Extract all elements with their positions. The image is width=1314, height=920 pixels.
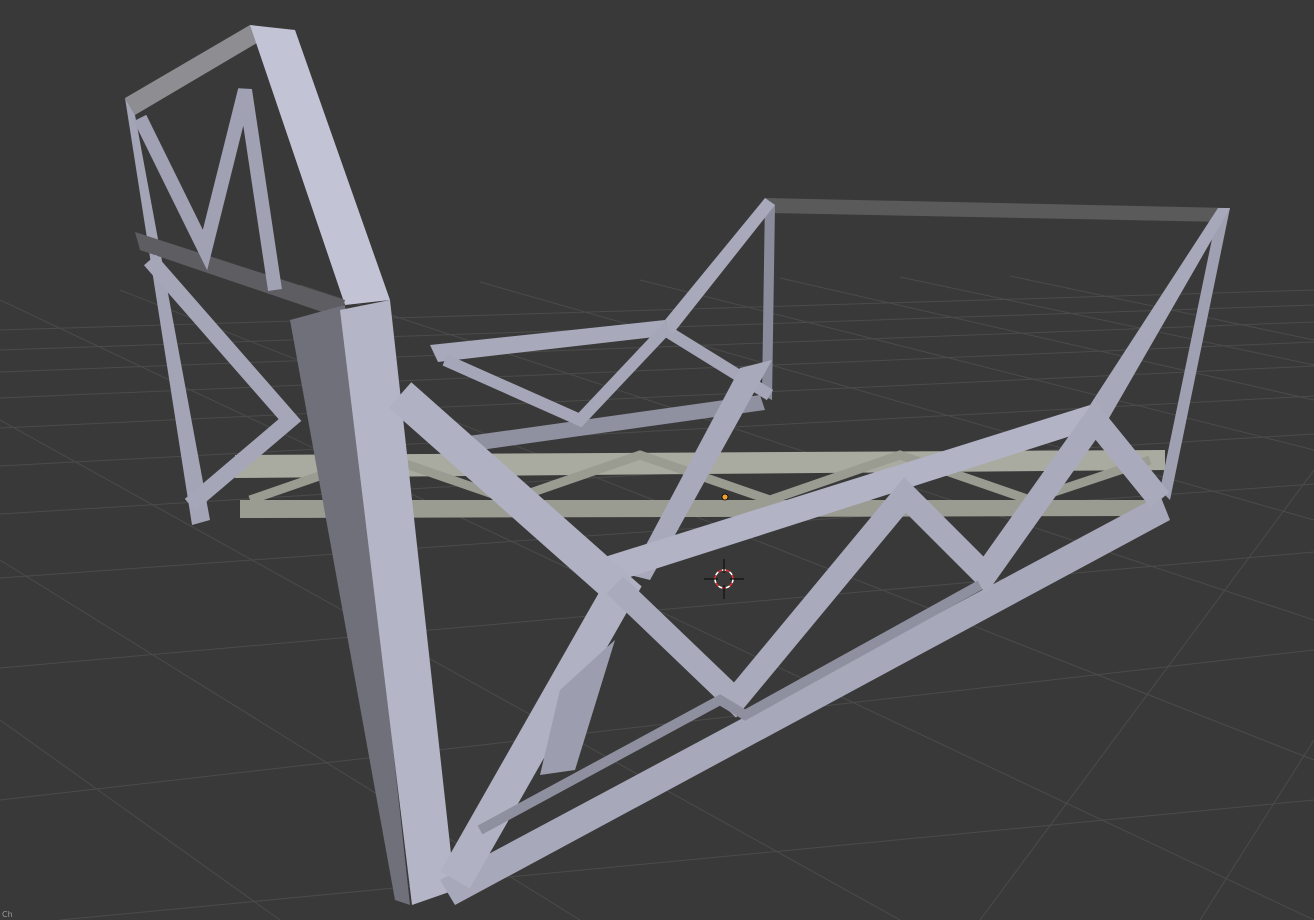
object-origin-icon[interactable]: [721, 493, 729, 501]
truss-frame-mesh[interactable]: [125, 25, 1230, 905]
near-rise: [1090, 208, 1230, 425]
back-top-beam: [765, 198, 1230, 222]
3d-cursor-icon[interactable]: [704, 559, 744, 599]
left-side-rise: [665, 198, 775, 335]
viewport-canvas[interactable]: [0, 0, 1314, 920]
viewport-corner-text: Ch: [2, 910, 13, 919]
3d-viewport[interactable]: Ch: [0, 0, 1314, 920]
